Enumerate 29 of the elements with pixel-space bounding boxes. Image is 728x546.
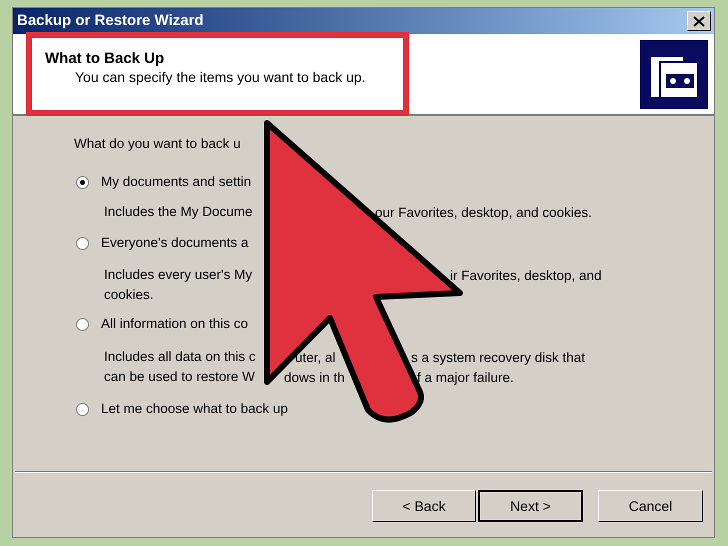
option-label[interactable]: Everyone's documents a: [101, 232, 248, 254]
option-description: cookies.: [104, 286, 154, 304]
option-label[interactable]: All information on this co: [101, 314, 248, 334]
option-description: can be used to restore W: [104, 368, 255, 386]
window-title: Backup or Restore Wizard: [17, 10, 204, 31]
close-button[interactable]: [687, 11, 711, 31]
option-label[interactable]: My documents and settin: [101, 172, 252, 192]
close-icon: [693, 16, 705, 26]
option-description: dows in th: [284, 369, 345, 387]
option-description: Includes the My Docume: [104, 202, 253, 221]
option-description: uter, al: [295, 349, 336, 367]
cassette-icon: [640, 40, 708, 109]
option-label[interactable]: Let me choose what to back up: [101, 398, 288, 420]
radio-button[interactable]: [76, 402, 89, 416]
option-description: Includes every user's My: [104, 266, 252, 284]
question-text: What do you want to back u: [74, 134, 241, 153]
wizard-button[interactable]: Cancel: [598, 490, 703, 522]
option-description: Includes all data on this c: [104, 348, 256, 366]
page-title: What to Back Up: [45, 50, 166, 68]
wizard-button[interactable]: Next >: [478, 490, 583, 522]
radio-button[interactable]: [76, 236, 89, 250]
option-description: ir Favorites, desktop, and: [450, 267, 602, 285]
option-description: s a system recovery disk that: [411, 349, 586, 367]
wizard-button[interactable]: < Back: [372, 490, 476, 522]
option-description: f a major failure.: [417, 369, 514, 387]
radio-button[interactable]: [76, 176, 89, 188]
page-subtitle: You can specify the items you want to back up.: [74, 68, 366, 86]
option-description: our Favorites, desktop, and cookies.: [375, 204, 592, 222]
radio-button[interactable]: [76, 318, 89, 330]
